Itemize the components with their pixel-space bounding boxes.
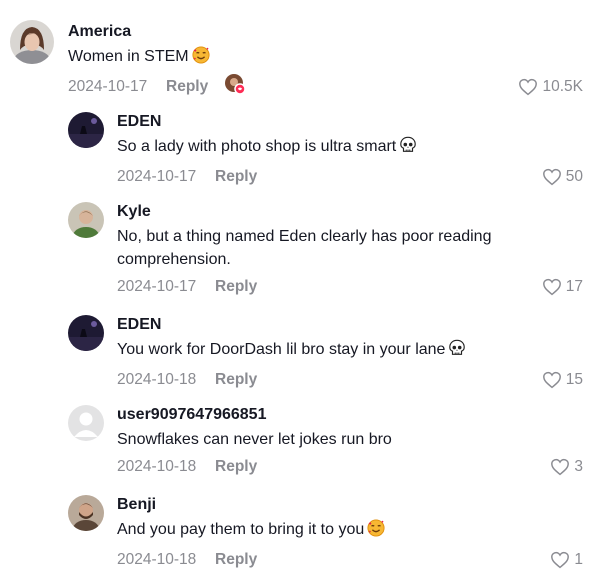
like-button[interactable]: 50 <box>542 166 583 188</box>
comment-username[interactable]: user9097647966851 <box>117 405 599 425</box>
comment-item: EDEN You work for DoorDash lil bro stay … <box>0 315 599 389</box>
comment-item: Kyle No, but a thing named Eden clearly … <box>0 202 599 296</box>
like-count: 17 <box>565 278 583 295</box>
comment-item: America Women in STEM 2024-10-17 Reply 1… <box>0 20 599 96</box>
like-button[interactable]: 3 <box>550 456 583 478</box>
heart-icon <box>542 278 561 296</box>
skull-icon <box>399 136 417 161</box>
reply-button[interactable]: Reply <box>215 166 257 188</box>
comment-text: Snowflakes can never let jokes run bro <box>117 431 392 448</box>
smiling-face-with-hearts-icon <box>367 519 385 544</box>
comment-text: No, but a thing named Eden clearly has p… <box>117 228 492 268</box>
comment-text: You work for DoorDash lil bro stay in yo… <box>117 338 599 364</box>
like-button[interactable]: 1 <box>550 549 583 571</box>
comment-meta: 2024-10-17 Reply 17 <box>117 276 599 298</box>
reply-button[interactable]: Reply <box>166 76 208 98</box>
comment-date: 2024-10-18 <box>117 551 197 568</box>
comment-meta: 2024-10-18 Reply 1 <box>117 549 599 571</box>
comment-username[interactable]: Kyle <box>117 202 599 222</box>
like-count: 15 <box>565 371 583 388</box>
avatar[interactable] <box>68 112 104 148</box>
comment-date: 2024-10-17 <box>117 278 197 295</box>
comment-date: 2024-10-17 <box>117 168 197 185</box>
avatar[interactable] <box>68 495 104 531</box>
comment-username[interactable]: Benji <box>117 495 599 515</box>
like-button[interactable]: 17 <box>542 276 583 298</box>
smiling-face-with-hearts-icon <box>192 46 210 71</box>
like-count: 3 <box>574 458 583 475</box>
skull-icon <box>448 339 466 364</box>
avatar[interactable] <box>68 405 104 441</box>
comment-item: Benji And you pay them to bring it to yo… <box>0 495 599 569</box>
comment-meta: 2024-10-18 Reply 15 <box>117 369 599 391</box>
comment-item: user9097647966851 Snowflakes can never l… <box>0 405 599 478</box>
comment-text: And you pay them to bring it to you <box>117 518 599 544</box>
comment-meta: 2024-10-18 Reply 3 <box>117 456 599 478</box>
comment-text: Women in STEM <box>68 45 599 71</box>
heart-icon <box>551 551 570 569</box>
reply-button[interactable]: Reply <box>215 456 257 478</box>
avatar[interactable] <box>68 315 104 351</box>
comment-date: 2024-10-18 <box>117 371 197 388</box>
comment-date: 2024-10-17 <box>68 78 148 95</box>
reply-button[interactable]: Reply <box>215 369 257 391</box>
reply-button[interactable]: Reply <box>215 276 257 298</box>
reply-button[interactable]: Reply <box>215 549 257 571</box>
creator-liked-avatar <box>224 73 246 95</box>
comment-item: EDEN So a lady with photo shop is ultra … <box>0 112 599 186</box>
like-button[interactable]: 15 <box>542 369 583 391</box>
like-count: 10.5K <box>542 78 583 95</box>
like-count: 50 <box>565 168 583 185</box>
comment-username[interactable]: America <box>68 22 599 42</box>
like-count: 1 <box>574 551 583 568</box>
heart-icon <box>542 168 561 186</box>
comment-meta: 2024-10-17 Reply 50 <box>117 166 599 188</box>
heart-icon <box>519 78 538 96</box>
comment-date: 2024-10-18 <box>117 458 197 475</box>
heart-icon <box>542 371 561 389</box>
comment-text: So a lady with photo shop is ultra smart <box>117 135 599 161</box>
avatar[interactable] <box>68 202 104 238</box>
like-button[interactable]: 10.5K <box>518 76 583 98</box>
comment-username[interactable]: EDEN <box>117 112 599 132</box>
comment-username[interactable]: EDEN <box>117 315 599 335</box>
comment-meta: 2024-10-17 Reply 10.5K <box>68 73 599 98</box>
heart-icon <box>551 458 570 476</box>
avatar[interactable] <box>10 20 54 64</box>
